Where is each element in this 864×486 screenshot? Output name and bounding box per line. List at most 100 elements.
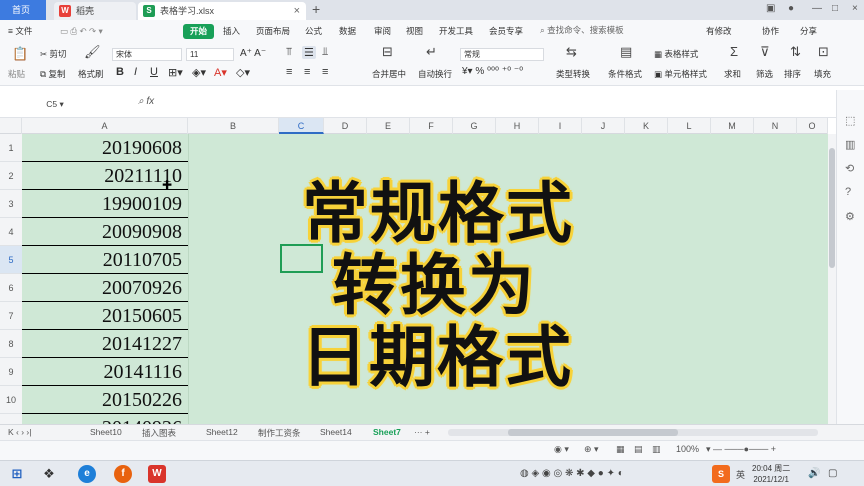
page-layout-icon[interactable]: ▤ bbox=[634, 444, 643, 455]
eye-protect-icon[interactable]: ◉ ▾ bbox=[554, 444, 569, 455]
align-middle-icon[interactable]: ☰ bbox=[302, 46, 316, 59]
menu-insert[interactable]: 插入 bbox=[223, 24, 240, 39]
sheet-tab[interactable]: Sheet12 bbox=[206, 427, 238, 437]
maximize-icon[interactable]: □ bbox=[832, 3, 838, 14]
bold-button[interactable]: B bbox=[116, 66, 124, 78]
sort-button[interactable]: 排序 bbox=[784, 68, 801, 80]
search-command[interactable]: ⌕ 查找命令、搜索模板 bbox=[540, 24, 624, 36]
column-header-n[interactable]: N bbox=[754, 118, 797, 134]
currency-icon[interactable]: ¥▾ % ⁰⁰⁰ ⁺⁰ ⁻⁰ bbox=[462, 66, 523, 77]
column-header-m[interactable]: M bbox=[711, 118, 754, 134]
font-name-select[interactable]: 宋体 bbox=[112, 48, 182, 61]
more-sheets-icon[interactable]: ··· + bbox=[414, 427, 430, 437]
sheet-tab[interactable]: Sheet14 bbox=[320, 427, 352, 437]
vertical-scrollbar[interactable] bbox=[828, 134, 836, 424]
cond-format-icon[interactable]: ▤ bbox=[620, 44, 632, 60]
menu-developer[interactable]: 开发工具 bbox=[439, 24, 473, 39]
firefox-icon[interactable]: f bbox=[114, 465, 132, 483]
close-window-icon[interactable]: × bbox=[852, 3, 858, 14]
tray-app-icons[interactable]: ◍ ◈ ◉ ◎ ❋ ✱ ◆ ● ✦ ◐ bbox=[520, 468, 624, 479]
start-icon[interactable]: ⊞ bbox=[8, 465, 26, 483]
merge-icon[interactable]: ⊟ bbox=[382, 44, 393, 60]
table-style-button[interactable]: ▦ 表格样式 bbox=[654, 48, 698, 60]
column-header-e[interactable]: E bbox=[367, 118, 410, 134]
sum-icon[interactable]: Σ bbox=[730, 44, 738, 59]
close-tab-icon[interactable]: × bbox=[294, 2, 300, 20]
layout-icon[interactable]: ▣ bbox=[766, 3, 775, 14]
edge-icon[interactable]: e bbox=[78, 465, 96, 483]
sheet-tab[interactable]: 插入图表 bbox=[142, 427, 176, 439]
align-bottom-icon[interactable]: ⫫ bbox=[322, 46, 328, 59]
column-header-k[interactable]: K bbox=[625, 118, 668, 134]
menu-member[interactable]: 会员专享 bbox=[489, 24, 523, 39]
type-convert-button[interactable]: 类型转换 bbox=[556, 68, 590, 80]
column-header-j[interactable]: J bbox=[582, 118, 625, 134]
page-break-icon[interactable]: ▥ bbox=[652, 444, 661, 455]
quick-access-icons[interactable]: ▭ ⎙ ↶ ↷ ▾ bbox=[60, 24, 103, 39]
column-header-l[interactable]: L bbox=[668, 118, 711, 134]
minimize-icon[interactable]: — bbox=[812, 3, 822, 14]
name-box[interactable]: C5 ▾ bbox=[0, 97, 110, 112]
help-icon[interactable]: ? bbox=[845, 186, 851, 198]
freeze-icon[interactable]: ⊕ ▾ bbox=[584, 444, 599, 455]
menu-data[interactable]: 数据 bbox=[339, 24, 356, 39]
font-color-icon[interactable]: A▾ bbox=[214, 66, 227, 79]
menu-formula[interactable]: 公式 bbox=[305, 24, 322, 39]
column-header-i[interactable]: I bbox=[539, 118, 582, 134]
paste-label[interactable]: 粘贴 bbox=[8, 68, 25, 80]
task-view-icon[interactable]: ❖ bbox=[40, 465, 58, 483]
sheet-tab[interactable]: 制作工资条 bbox=[258, 427, 301, 439]
sheet-nav-icons[interactable]: K ‹ › ›| bbox=[8, 427, 31, 437]
properties-icon[interactable]: ▥ bbox=[845, 138, 855, 151]
align-top-icon[interactable]: ⫪ bbox=[286, 46, 292, 59]
new-tab-button[interactable]: + bbox=[312, 1, 320, 17]
wrap-text-button[interactable]: 自动换行 bbox=[418, 68, 452, 80]
tab-home[interactable]: 首页 bbox=[0, 0, 46, 20]
cut-button[interactable]: ✂ 剪切 bbox=[40, 48, 67, 60]
avatar[interactable]: ● bbox=[788, 3, 794, 14]
cell-a11[interactable]: 20140926 bbox=[22, 414, 188, 424]
select-icon[interactable]: ⬚ bbox=[845, 114, 855, 127]
menu-view[interactable]: 视图 bbox=[406, 24, 423, 39]
wrap-icon[interactable]: ↵ bbox=[426, 44, 437, 60]
border-icon[interactable]: ⊞▾ bbox=[168, 66, 183, 79]
horizontal-scroll-thumb[interactable] bbox=[508, 429, 678, 436]
column-header-c[interactable]: C bbox=[279, 118, 324, 134]
sogou-ime-icon[interactable]: S bbox=[712, 465, 730, 483]
select-all-corner[interactable] bbox=[0, 118, 22, 134]
copy-button[interactable]: ⧉ 复制 bbox=[40, 68, 65, 80]
column-header-a[interactable]: A bbox=[22, 118, 188, 134]
normal-view-icon[interactable]: ▦ bbox=[616, 444, 625, 455]
formula-input[interactable]: ⌕ fx bbox=[138, 96, 154, 107]
clear-format-icon[interactable]: ◇▾ bbox=[236, 66, 250, 79]
brush-icon[interactable]: 🖌 bbox=[84, 44, 101, 60]
sheet-tab-active[interactable]: Sheet7 bbox=[373, 427, 401, 437]
align-center-icon[interactable]: ≡ bbox=[304, 66, 310, 78]
backup-icon[interactable]: ⟲ bbox=[845, 162, 854, 175]
sheet-tab[interactable]: Sheet10 bbox=[90, 427, 122, 437]
format-painter-button[interactable]: 格式刷 bbox=[78, 68, 104, 80]
zoom-slider[interactable]: ▾ — ───●─── + bbox=[706, 444, 776, 455]
fill-icon[interactable]: ⊡ bbox=[818, 44, 829, 60]
column-header-b[interactable]: B bbox=[188, 118, 279, 134]
underline-button[interactable]: U bbox=[150, 66, 158, 78]
horizontal-scrollbar[interactable] bbox=[448, 429, 818, 436]
paste-icon[interactable]: 📋 bbox=[12, 46, 28, 62]
sum-button[interactable]: 求和 bbox=[724, 68, 741, 80]
type-convert-icon[interactable]: ⇆ bbox=[566, 44, 577, 60]
ime-language[interactable]: 英 bbox=[736, 468, 745, 481]
merge-center-button[interactable]: 合并居中 bbox=[372, 68, 406, 80]
fill-color-icon[interactable]: ◈▾ bbox=[192, 66, 206, 79]
column-header-d[interactable]: D bbox=[324, 118, 367, 134]
font-grow-icon[interactable]: A⁺ A⁻ bbox=[240, 48, 266, 59]
has-changes-button[interactable]: 有修改 bbox=[706, 24, 732, 39]
align-left-icon[interactable]: ≡ bbox=[286, 66, 292, 78]
menu-home[interactable]: 开始 bbox=[183, 24, 215, 39]
number-format-select[interactable]: 常规 bbox=[460, 48, 544, 61]
cell-style-button[interactable]: ▣ 单元格样式 bbox=[654, 68, 707, 80]
vertical-scroll-thumb[interactable] bbox=[829, 148, 835, 268]
menu-file[interactable]: ≡ 文件 bbox=[8, 24, 32, 39]
system-clock[interactable]: 20:04 周二 2021/12/1 bbox=[752, 463, 790, 485]
settings-icon[interactable]: ⚙ bbox=[845, 210, 855, 223]
column-header-h[interactable]: H bbox=[496, 118, 539, 134]
